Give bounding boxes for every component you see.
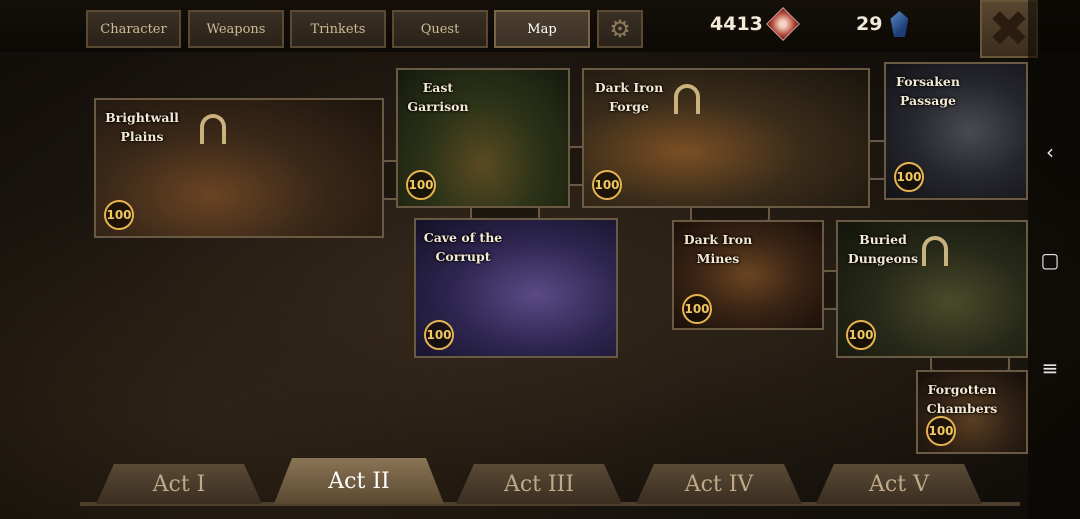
tab-trinkets[interactable]: Trinkets xyxy=(290,10,386,48)
act-tab-5[interactable]: Act V xyxy=(816,464,982,504)
map-node-brightwall-plains[interactable]: Brightwall Plains 100 xyxy=(94,98,384,238)
map-node-dark-iron-mines[interactable]: Dark Iron Mines 100 xyxy=(672,220,824,330)
node-cost-badge: 100 xyxy=(424,320,454,350)
tab-map[interactable]: Map xyxy=(494,10,590,48)
tab-weapons[interactable]: Weapons xyxy=(188,10,284,48)
map-node-forgotten-chambers[interactable]: Forgotten Chambers 100 xyxy=(916,370,1028,454)
act-tab-1[interactable]: Act I xyxy=(96,464,262,504)
node-name: Brightwall Plains xyxy=(105,110,179,144)
menu-icon[interactable]: ≡ xyxy=(1038,356,1062,380)
node-cost-badge: 100 xyxy=(926,416,956,446)
map-node-forsaken-passage[interactable]: Forsaken Passage 100 xyxy=(884,62,1028,200)
map-node-east-garrison[interactable]: East Garrison 100 xyxy=(396,68,570,208)
node-name: Cave of the Corrupt xyxy=(423,230,503,264)
portal-arch-icon xyxy=(200,114,226,144)
tab-quest[interactable]: Quest xyxy=(392,10,488,48)
map-node-buried-dungeons[interactable]: Buried Dungeons 100 xyxy=(836,220,1028,358)
gold-amount: 4413 xyxy=(710,13,763,35)
node-name: East Garrison xyxy=(407,80,469,114)
act-tab-4[interactable]: Act IV xyxy=(636,464,802,504)
portal-arch-icon xyxy=(674,84,700,114)
map-node-dark-iron-forge[interactable]: Dark Iron Forge 100 xyxy=(582,68,870,208)
blue-crystal-icon xyxy=(890,11,909,37)
tab-character[interactable]: Character xyxy=(86,10,181,48)
map-node-cave-of-the-corrupt[interactable]: Cave of the Corrupt 100 xyxy=(414,218,618,358)
portal-arch-icon xyxy=(922,236,948,266)
node-cost-badge: 100 xyxy=(894,162,924,192)
chevron-left-icon[interactable]: ‹ xyxy=(1038,140,1062,164)
node-cost-badge: 100 xyxy=(846,320,876,350)
premium-amount: 29 xyxy=(856,13,883,35)
close-icon: ✖ xyxy=(988,0,1030,58)
node-name: Forgotten Chambers xyxy=(926,382,998,416)
node-name: Forsaken Passage xyxy=(896,74,960,108)
act-tab-2[interactable]: Act II xyxy=(274,458,444,504)
node-cost-badge: 100 xyxy=(682,294,712,324)
node-cost-badge: 100 xyxy=(592,170,622,200)
premium-currency: 29 xyxy=(856,4,909,44)
node-name: Dark Iron Forge xyxy=(594,80,664,114)
node-name: Buried Dungeons xyxy=(847,232,919,266)
node-cost-badge: 100 xyxy=(104,200,134,230)
gear-icon[interactable]: ⚙ xyxy=(597,10,643,48)
gold-currency: 4413 xyxy=(710,4,800,44)
act-tab-3[interactable]: Act III xyxy=(456,464,622,504)
red-gem-icon xyxy=(765,7,800,41)
square-icon[interactable]: ▢ xyxy=(1038,248,1062,272)
node-cost-badge: 100 xyxy=(406,170,436,200)
node-name: Dark Iron Mines xyxy=(683,232,753,266)
